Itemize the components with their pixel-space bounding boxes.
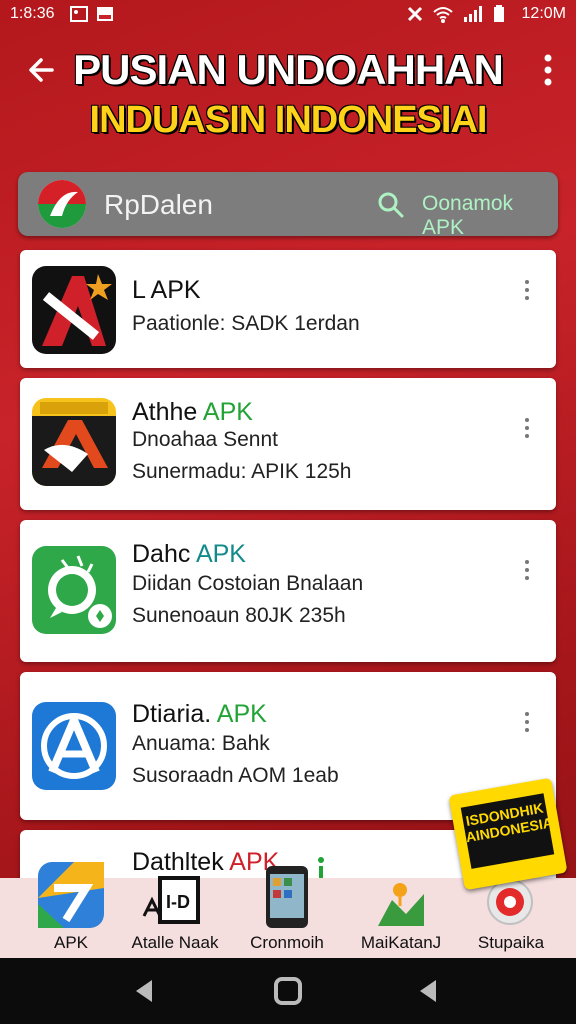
page-title: PUSIAN UNDOAHHAN (73, 46, 504, 93)
brand-logo (38, 180, 86, 228)
nav-label: Atalle Naak (131, 933, 219, 952)
status-time-right: 12:0M (521, 5, 566, 22)
search-brand-label: RpDalen (104, 189, 213, 220)
status-right-icons (406, 5, 506, 23)
app-detail: Sunermadu: APIK 125h (132, 460, 352, 483)
nav-label: APK (53, 933, 89, 952)
app-name: Dtiaria. APK (132, 700, 267, 729)
apk-tag: APK (202, 398, 253, 426)
item-more-icon[interactable] (522, 712, 532, 736)
app-name: Dahc APK (132, 540, 246, 569)
promo-badge[interactable]: ISDONDHIK AINDONESIA (448, 777, 568, 891)
nav-item-apk[interactable]: APK (16, 862, 126, 958)
page-subtitle: INDUASIN INDONESIAI (89, 99, 488, 141)
app-detail: Sunenoaun 80JK 235h (132, 604, 346, 627)
image-icon (97, 7, 113, 21)
apk-tag: APK (195, 540, 246, 568)
app-developer: Diidan Costoian Bnalaan (132, 572, 364, 595)
app-icon (32, 398, 116, 486)
app-developer: Anuama: Bahk (132, 732, 270, 755)
item-more-icon[interactable] (522, 560, 532, 584)
svg-text:I-D: I-D (166, 892, 190, 912)
apk-tag: APK (216, 700, 267, 728)
nav-item-atalle[interactable]: I-D Atalle Naak (120, 876, 230, 958)
app-name: Dathltek APK (132, 848, 279, 877)
app-name: L APK (132, 276, 201, 305)
info-icon (318, 857, 324, 878)
app-icon (32, 266, 116, 354)
app-list-item[interactable]: Athhe APK Dnoahaa Sennt Sunermadu: APIK … (20, 378, 556, 510)
app-icon (32, 702, 116, 790)
back-arrow-icon[interactable] (22, 50, 62, 90)
app-name-text: Athhe (132, 398, 203, 426)
phone-icon (266, 866, 308, 928)
recents-nav-icon[interactable] (414, 976, 444, 1006)
more-menu-icon[interactable] (538, 52, 558, 88)
map-icon (378, 883, 424, 926)
app-developer: Dnoahaa Sennt (132, 428, 278, 451)
apk-app-icon (38, 862, 104, 928)
home-nav-icon[interactable] (273, 976, 303, 1006)
nav-label: Cronmoih (250, 933, 324, 952)
nav-item-stupaika[interactable]: Stupaika (456, 878, 566, 958)
wifi-icon (433, 7, 453, 23)
search-bar[interactable]: RpDalen Oonamok APK (18, 172, 558, 239)
item-more-icon[interactable] (522, 418, 532, 442)
app-name-text: Dahc (132, 540, 196, 568)
back-nav-icon[interactable] (130, 976, 160, 1006)
nav-item-maikatan[interactable]: MaiKatanJ (346, 878, 456, 958)
app-name-text: L APK (132, 276, 201, 304)
app-icon (32, 546, 116, 634)
app-detail: Susoraadn AOM 1eab (132, 764, 339, 787)
battery-icon (494, 5, 504, 22)
mute-icon (407, 6, 423, 22)
search-input[interactable]: Oonamok APK (422, 192, 558, 240)
gallery-icon (70, 6, 88, 22)
status-bar: 1:8:36 12:0M (0, 0, 576, 30)
signal-icon (464, 6, 482, 22)
document-icon: I-D (142, 876, 200, 924)
nav-item-cronmoih[interactable]: Cronmoih (232, 866, 342, 958)
search-icon[interactable] (378, 192, 404, 218)
app-name-text: Dathltek (132, 848, 230, 876)
app-name-text: Dtiaria. (132, 700, 217, 728)
nav-label: Stupaika (477, 933, 545, 952)
promo-badge-text: ISDONDHIK AINDONESIA (460, 793, 555, 869)
app-name: Athhe APK (132, 398, 253, 427)
status-time-left: 1:8:36 (10, 5, 55, 22)
item-more-icon[interactable] (522, 280, 532, 304)
bottom-navigation: APK I-D Atalle Naak Cronmoih MaiKatanJ S… (0, 862, 576, 958)
app-list-item[interactable]: L APK Paationle: SADK 1erdan (20, 250, 556, 368)
nav-label: MaiKatanJ (360, 933, 442, 952)
app-detail: Paationle: SADK 1erdan (132, 312, 360, 335)
system-navigation-bar (0, 958, 576, 1024)
app-list-item[interactable]: Dahc APK Diidan Costoian Bnalaan Sunenoa… (20, 520, 556, 662)
status-left-icons (70, 6, 114, 22)
